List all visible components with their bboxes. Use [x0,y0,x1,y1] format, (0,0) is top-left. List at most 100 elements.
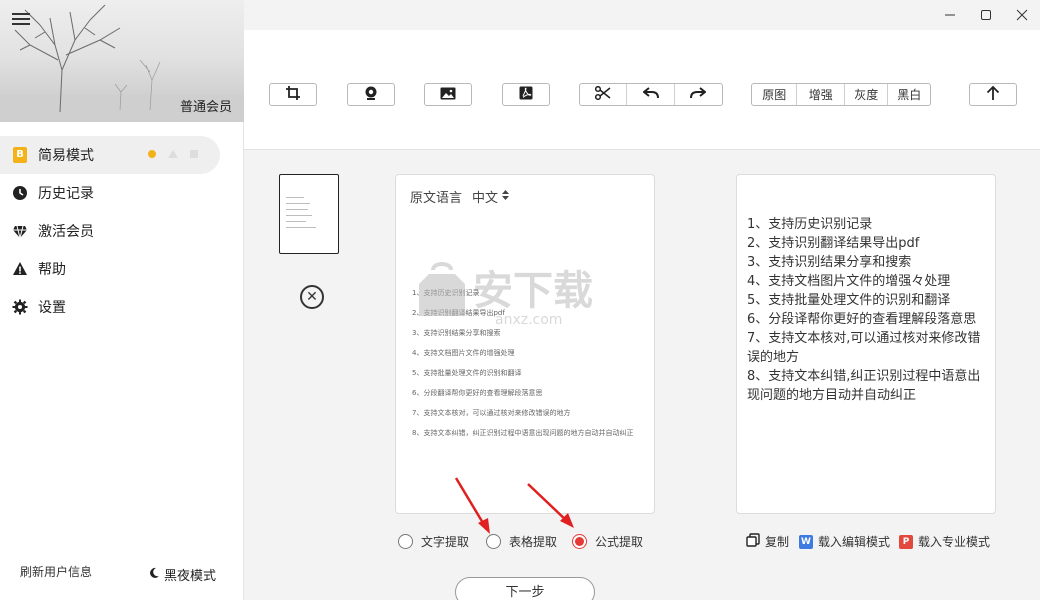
svg-text:anxz.com: anxz.com [495,312,562,328]
radio-icon [398,534,413,549]
sidebar-item-simple-mode[interactable]: B 简易模式 [0,136,220,174]
filter-enhance-button[interactable]: 增强 [797,84,845,105]
result-line: 6、分段译帮你更好的查看理解段落意思 [747,312,977,327]
sidebar-item-help[interactable]: 帮助 [0,250,244,288]
thumb-line [286,221,306,222]
triangle-icon [168,150,178,158]
table-extract-option[interactable]: 表格提取 [486,533,557,550]
night-mode-label: 黑夜模式 [164,569,217,584]
pdf-icon [519,85,533,104]
copy-icon [746,533,760,550]
load-edit-label: 载入编辑模式 [818,535,891,549]
sidebar-item-label: 设置 [38,300,66,316]
thumb-line [286,203,310,204]
arrow-up-icon [986,85,1000,105]
result-line: 7、支持文本核对,可以通过核对来修改错误的地方 [747,331,981,365]
undo-button[interactable] [627,84,675,105]
night-mode-toggle[interactable]: 黑夜模式 [148,565,216,584]
sidebar-item-label: 帮助 [38,262,66,278]
source-image-panel: 原文语言 中文 1、支持历史识别记录 2、支持识别翻译结果导出pdf 3、支持识… [395,174,655,514]
source-line: 7、支持文本核对，可以通过核对来修改错误的地方 [412,409,571,417]
source-line: 5、支持批量处理文件的识别和翻译 [412,369,522,377]
option-label: 文字提取 [421,535,470,549]
image-button[interactable] [424,83,472,106]
b-badge-icon: B [12,147,28,163]
result-line: 8、支持文本纠错,纠正识别过程中语意出现问题的地方目动并自动纠正 [747,369,981,403]
diamond-icon [12,223,28,239]
page-thumbnail[interactable] [279,174,339,254]
text-extract-option[interactable]: 文字提取 [398,533,469,550]
badge-letter: B [13,147,27,163]
close-icon[interactable] [1012,6,1032,24]
thumb-line [286,197,304,198]
sidebar-item-label: 历史记录 [38,186,94,202]
thumb-line [286,215,312,216]
maximize-icon[interactable] [976,6,996,24]
radio-selected-icon [572,534,587,549]
option-label: 表格提取 [509,535,558,549]
filter-grayscale-button[interactable]: 灰度 [845,84,889,105]
result-text: 1、支持历史识别记录 2、支持识别翻译结果导出pdf 3、支持识别结果分享和搜索… [747,215,987,405]
sidebar-item-settings[interactable]: 设置 [0,288,244,326]
membership-label: 普通会员 [179,100,232,115]
refresh-user-info-link[interactable]: 刷新用户信息 [20,563,92,580]
copy-label: 复制 [765,535,790,549]
mode-indicator [148,150,198,158]
redo-icon [690,87,707,102]
option-label: 公式提取 [595,535,644,549]
warning-icon [12,261,28,277]
word-icon: W [799,534,813,549]
formula-extract-option[interactable]: 公式提取 [572,533,643,550]
load-pro-mode-button[interactable]: P 载入专业模式 [899,533,990,550]
dot-icon [148,150,156,158]
source-language-label: 原文语言 [410,191,463,206]
load-pro-label: 载入专业模式 [918,535,991,549]
next-step-button[interactable]: 下一步 [455,577,595,600]
sidebar: 普通会员 B 简易模式 历史记录 激活会员 帮助 设置 刷新用户信息 黑夜模式 [0,0,244,600]
sidebar-item-history[interactable]: 历史记录 [0,174,244,212]
remove-page-icon[interactable]: ✕ [300,285,324,309]
result-text-panel[interactable]: 1、支持历史识别记录 2、支持识别翻译结果导出pdf 3、支持识别结果分享和搜索… [736,174,996,514]
menu-icon[interactable] [12,10,30,26]
crop-icon [286,85,300,104]
redo-button[interactable] [675,84,722,105]
annotation-arrows [454,477,574,534]
sidebar-item-activate-member[interactable]: 激活会员 [0,212,244,250]
thumb-line [286,209,308,210]
source-line: 6、分段翻译帮你更好的查看理解段落意思 [412,389,543,397]
edit-actions-group [579,83,723,106]
copy-button[interactable]: 复制 [746,533,789,550]
image-filter-group: 原图 增强 灰度 黑白 [751,83,931,106]
camera-button[interactable] [347,83,395,106]
pdf-pro-icon: P [899,534,913,549]
minimize-icon[interactable] [940,6,960,24]
undo-icon [641,87,659,102]
result-line: 2、支持识别翻译结果导出pdf [747,236,920,251]
source-language-value: 中文 [472,191,499,206]
filter-original-button[interactable]: 原图 [752,84,798,105]
crop-button[interactable] [269,83,317,106]
watermark-logo: 安下载 anxz.com [415,258,625,328]
sort-arrows-icon [502,189,510,204]
cut-button[interactable] [580,84,628,105]
source-language-row: 原文语言 中文 [410,187,510,206]
svg-text:安下载: 安下载 [473,268,593,314]
moon-icon [148,567,160,583]
source-language-select[interactable]: 中文 [472,187,510,206]
pdf-button[interactable] [502,83,550,106]
clock-icon [12,185,28,201]
load-edit-mode-button[interactable]: W 载入编辑模式 [799,533,890,550]
square-icon [190,150,198,158]
sidebar-nav: B 简易模式 历史记录 激活会员 帮助 设置 [0,136,244,326]
upload-button[interactable] [969,83,1017,106]
title-bar [244,0,1040,30]
sidebar-item-label: 简易模式 [38,148,94,164]
result-line: 4、支持文档图片文件的增强々处理 [747,274,951,289]
result-line: 5、支持批量处理文件的识别和翻译 [747,293,951,308]
toolbar: 原图 增强 灰度 黑白 [244,30,1040,150]
thumb-line [286,227,316,228]
radio-icon [486,534,501,549]
image-icon [440,85,456,104]
filter-bw-button[interactable]: 黑白 [888,84,930,105]
webcam-icon [364,85,378,104]
